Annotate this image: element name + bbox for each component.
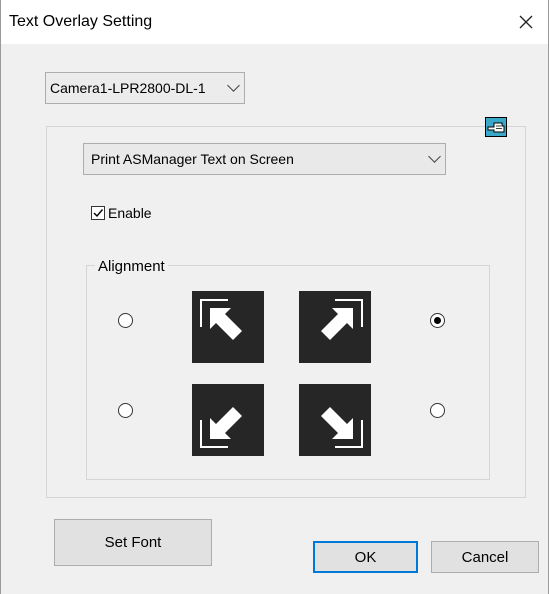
ok-button[interactable]: OK <box>313 541 418 573</box>
arrow-bottom-left-icon <box>200 407 242 448</box>
overlay-mode-value: Print ASManager Text on Screen <box>91 151 294 167</box>
align-bottom-left-button[interactable] <box>192 384 264 456</box>
radio-top-right[interactable] <box>430 313 445 328</box>
radio-top-left[interactable] <box>118 313 133 328</box>
pointing-hand-icon[interactable] <box>485 117 507 137</box>
camera-select-value: Camera1-LPR2800-DL-1 <box>50 80 206 96</box>
align-bottom-right-button[interactable] <box>299 384 371 456</box>
enable-label[interactable]: Enable <box>108 205 152 221</box>
alignment-label: Alignment <box>95 258 168 275</box>
camera-select[interactable]: Camera1-LPR2800-DL-1 <box>45 72 245 104</box>
alignment-group <box>86 265 490 480</box>
close-icon <box>519 15 533 29</box>
enable-checkbox[interactable] <box>91 206 105 220</box>
chevron-down-icon <box>428 150 441 163</box>
arrow-top-left-icon <box>200 299 242 340</box>
overlay-mode-select[interactable]: Print ASManager Text on Screen <box>83 143 446 175</box>
align-top-left-button[interactable] <box>192 291 264 363</box>
chevron-down-icon <box>227 79 240 92</box>
checkmark-icon <box>93 209 104 218</box>
radio-bottom-right[interactable] <box>430 403 445 418</box>
cancel-button[interactable]: Cancel <box>431 541 539 573</box>
arrow-top-right-icon <box>321 299 363 340</box>
title-bar: Text Overlay Setting <box>1 0 548 44</box>
radio-bottom-left[interactable] <box>118 403 133 418</box>
close-button[interactable] <box>504 0 548 44</box>
arrow-bottom-right-icon <box>321 407 363 448</box>
align-top-right-button[interactable] <box>299 291 371 363</box>
set-font-button[interactable]: Set Font <box>54 519 212 566</box>
text-overlay-dialog: Text Overlay Setting Camera1-LPR2800-DL-… <box>0 0 549 594</box>
window-title: Text Overlay Setting <box>9 13 153 30</box>
